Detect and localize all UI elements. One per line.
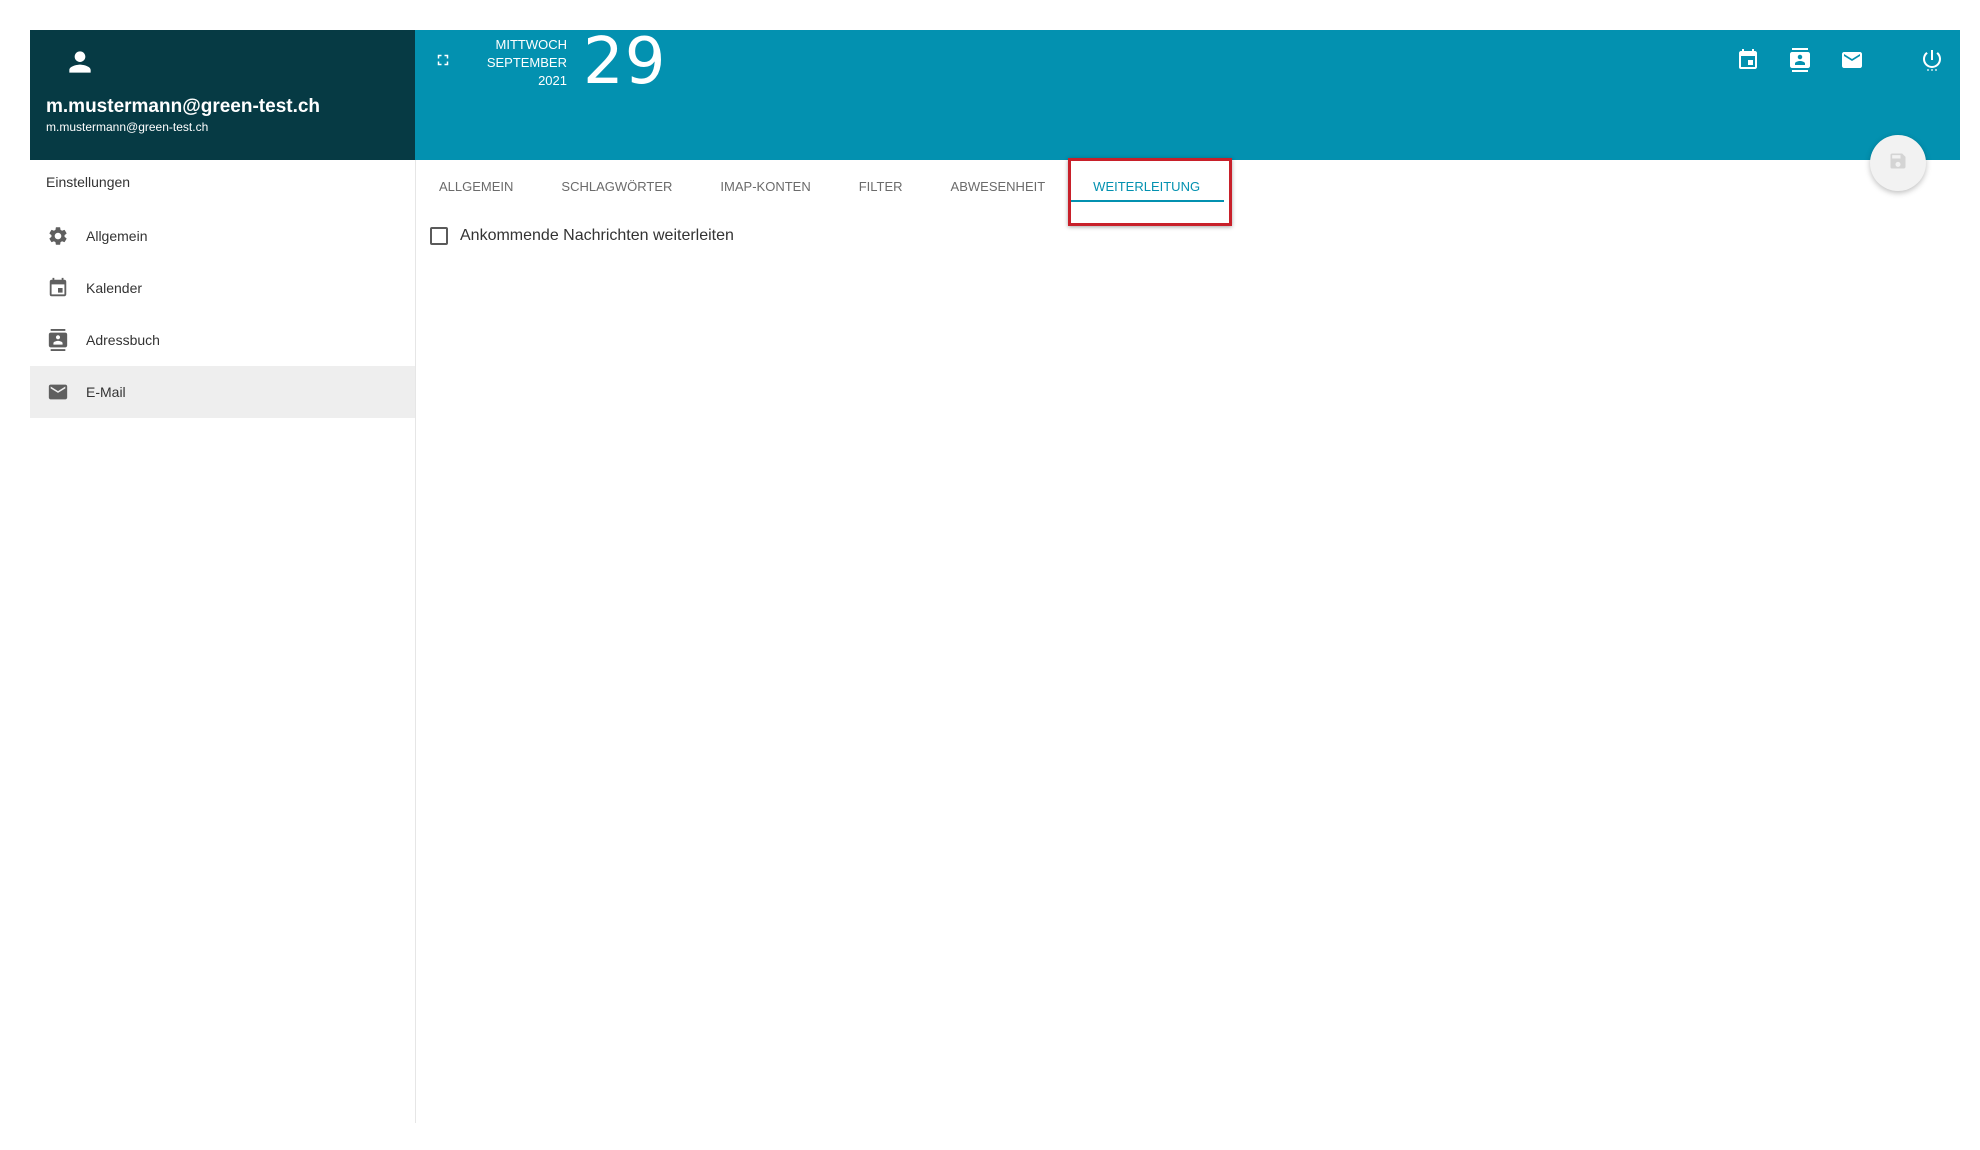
tab-allgemein[interactable]: ALLGEMEIN [415,160,537,212]
sidebar-item-kalender[interactable]: Kalender [30,262,415,314]
save-icon [1888,151,1908,176]
sidebar: m.mustermann@green-test.ch m.mustermann@… [30,30,416,1123]
fullscreen-button[interactable] [431,50,455,74]
tab-schlagwoerter[interactable]: SCHLAGWÖRTER [537,160,696,212]
forward-messages-label: Ankommende Nachrichten weiterleiten [460,227,734,244]
contact-icon [1788,47,1812,77]
logout-button[interactable] [1918,48,1946,76]
sidebar-item-e-mail[interactable]: E-Mail [30,366,415,418]
mail-icon [46,380,70,404]
date-block: MITTWOCH SEPTEMBER 2021 [475,36,567,90]
user-name: m.mustermann@green-test.ch [46,96,321,117]
sidebar-item-label: E-Mail [86,384,126,400]
tab-filter[interactable]: FILTER [835,160,927,212]
user-card: m.mustermann@green-test.ch m.mustermann@… [30,30,415,160]
mail-button[interactable] [1838,48,1866,76]
settings-tabs: ALLGEMEIN SCHLAGWÖRTER IMAP-KONTEN FILTE… [415,160,1224,212]
person-icon [64,46,96,78]
calendar-icon [46,276,70,300]
app-window: m.mustermann@green-test.ch m.mustermann@… [30,26,1960,1123]
save-button[interactable] [1870,135,1926,191]
date-month: SEPTEMBER [486,55,567,70]
sidebar-item-label: Adressbuch [86,332,160,348]
settings-nav: Allgemein Kalender Adressbuch E-Mail [30,210,415,418]
tab-imap-konten[interactable]: IMAP-KONTEN [696,160,834,212]
forwarding-panel: Ankommende Nachrichten weiterleiten [430,227,734,245]
date-day: 29 [583,25,667,99]
contacts-button[interactable] [1786,47,1814,77]
sidebar-item-adressbuch[interactable]: Adressbuch [30,314,415,366]
sidebar-item-allgemein[interactable]: Allgemein [30,210,415,262]
power-icon [1920,48,1944,77]
calendar-button[interactable] [1734,48,1762,76]
calendar-icon [1736,48,1760,77]
sidebar-item-label: Kalender [86,280,143,296]
forward-messages-checkbox[interactable]: Ankommende Nachrichten weiterleiten [430,227,734,245]
fullscreen-icon [434,51,452,74]
checkbox-icon [430,227,448,245]
tab-abwesenheit[interactable]: ABWESENHEIT [927,160,1070,212]
date-year: 2021 [538,73,567,88]
user-email: m.mustermann@green-test.ch [46,120,209,134]
tab-weiterleitung[interactable]: WEITERLEITUNG [1069,160,1224,212]
date-weekday: MITTWOCH [495,37,567,52]
settings-section-title: Einstellungen [46,174,131,190]
sidebar-item-label: Allgemein [86,228,148,244]
mail-icon [1840,48,1864,77]
contact-book-icon [46,328,70,352]
gear-icon [46,224,70,248]
top-header: MITTWOCH SEPTEMBER 2021 29 [415,26,1960,160]
